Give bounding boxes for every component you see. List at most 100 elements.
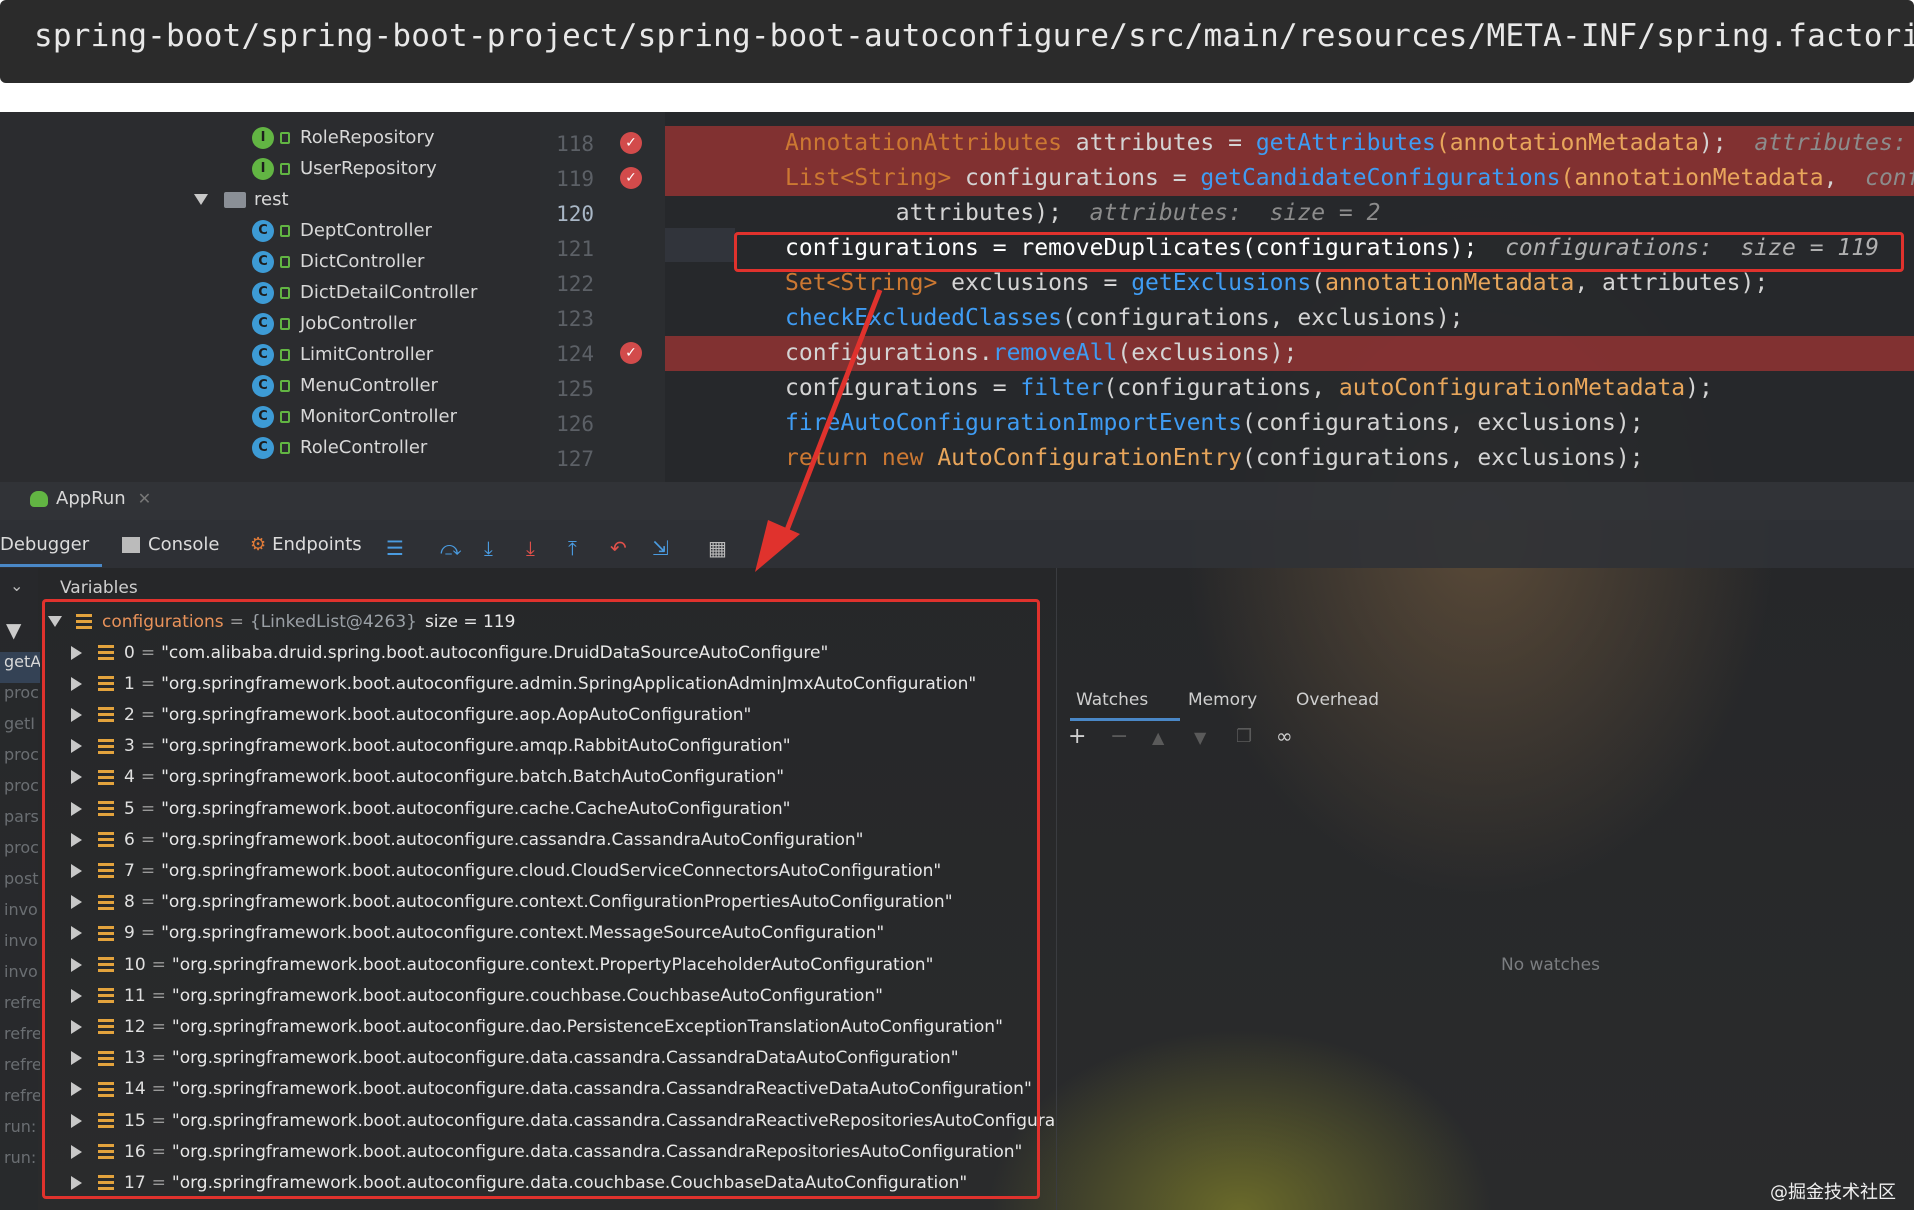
highlight-box-code [734, 232, 1904, 272]
frames-list: getA proc getI proc proc pars proc post … [0, 652, 40, 1179]
breakpoint-icon[interactable]: ✓ [620, 342, 642, 364]
tab-memory[interactable]: Memory [1188, 690, 1257, 710]
frame-item[interactable]: invo [0, 931, 40, 962]
panel-divider[interactable] [1056, 568, 1057, 1210]
run-to-cursor-icon[interactable]: ⇲ [652, 536, 669, 560]
lock-icon [280, 379, 290, 392]
tab-console[interactable]: Console [122, 534, 219, 555]
frame-item[interactable]: run: [0, 1148, 40, 1179]
interface-icon: I [252, 126, 274, 149]
lock-icon [280, 441, 290, 454]
folder-icon [224, 191, 246, 208]
tree-item[interactable]: C JobController [252, 308, 416, 339]
lock-icon [280, 162, 290, 175]
frame-item[interactable]: refre [0, 1086, 40, 1117]
project-tree: I RoleRepository I UserRepository rest C… [0, 112, 540, 482]
line-number: 124 [556, 342, 594, 366]
class-icon: C [252, 312, 274, 335]
frame-item[interactable]: invo [0, 900, 40, 931]
tree-item[interactable]: C MonitorController [252, 401, 457, 432]
filter-icon[interactable]: ▼ [6, 618, 21, 642]
file-path-text: spring-boot/spring-boot-project/spring-b… [34, 18, 1914, 54]
tab-overhead[interactable]: Overhead [1296, 690, 1379, 710]
tree-item[interactable]: C DictController [252, 246, 424, 277]
tab-watches[interactable]: Watches [1076, 690, 1148, 710]
code-line-118: AnnotationAttributes attributes = getAtt… [665, 126, 1914, 161]
line-number: 118 [556, 132, 594, 156]
frame-item[interactable]: getA [0, 652, 40, 683]
frame-item[interactable]: proc [0, 838, 40, 869]
expand-arrow-icon[interactable] [194, 194, 208, 205]
class-icon: C [252, 436, 274, 459]
tree-item-label: rest [254, 189, 289, 210]
frame-item[interactable]: post [0, 869, 40, 900]
add-watch-icon[interactable]: + [1068, 724, 1086, 749]
frame-item[interactable]: proc [0, 683, 40, 714]
glasses-icon[interactable]: ∞ [1276, 724, 1293, 748]
tree-item[interactable]: C LimitController [252, 339, 433, 370]
tree-item-label: RoleController [300, 437, 428, 458]
highlight-box-variables [42, 599, 1040, 1199]
tree-item[interactable]: C DictDetailController [252, 277, 477, 308]
file-path-banner: spring-boot/spring-boot-project/spring-b… [0, 0, 1914, 83]
editor-gutter[interactable]: 118 119 120 121 122 123 124 125 126 127 … [540, 112, 665, 482]
move-down-icon[interactable]: ▼ [1194, 728, 1206, 747]
force-step-into-icon[interactable]: ⤓ [526, 536, 535, 560]
evaluate-icon[interactable]: ▦ [708, 536, 727, 560]
line-number: 122 [556, 272, 594, 296]
lock-icon [280, 286, 290, 299]
frame-item[interactable]: refre [0, 1024, 40, 1055]
frame-item[interactable]: pars [0, 807, 40, 838]
frame-item[interactable]: run: [0, 1117, 40, 1148]
tree-item[interactable]: I UserRepository [252, 153, 437, 184]
lock-icon [280, 224, 290, 237]
frame-item[interactable]: refre [0, 993, 40, 1024]
bug-icon [30, 490, 48, 507]
tree-item[interactable]: C MenuController [252, 370, 438, 401]
class-icon: C [252, 374, 274, 397]
class-icon: C [252, 219, 274, 242]
remove-watch-icon[interactable]: − [1110, 724, 1128, 749]
tree-item-label: UserRepository [300, 158, 437, 179]
debugger-toolbar: Debugger Console ⚙ Endpoints ☰ ⤼ ⤓ ⤓ ⤒ ↶ … [0, 520, 1914, 568]
step-out-icon[interactable]: ⤒ [568, 536, 577, 560]
code-editor[interactable]: AnnotationAttributes attributes = getAtt… [665, 112, 1914, 482]
tree-folder-rest[interactable]: rest [194, 184, 289, 215]
tree-item[interactable]: I RoleRepository [252, 122, 435, 153]
tab-apprun-label: AppRun [56, 488, 126, 509]
frame-item[interactable]: refre [0, 1055, 40, 1086]
frame-item[interactable]: invo [0, 962, 40, 993]
tree-item-label: RoleRepository [300, 127, 435, 148]
step-over-icon[interactable]: ⤼ [440, 536, 461, 560]
move-up-icon[interactable]: ▲ [1152, 728, 1164, 747]
tab-endpoints[interactable]: ⚙ Endpoints [250, 534, 362, 555]
tab-debugger[interactable]: Debugger [0, 534, 89, 555]
console-icon [122, 536, 140, 553]
copy-icon[interactable]: ❐ [1236, 726, 1252, 747]
endpoints-icon: ⚙ [250, 534, 267, 555]
line-number: 126 [556, 412, 594, 436]
drop-frame-icon[interactable]: ↶ [610, 536, 627, 560]
line-number: 119 [556, 167, 594, 191]
code-line-125: configurations = filter(configurations, … [785, 375, 1713, 401]
frame-item[interactable]: getI [0, 714, 40, 745]
tab-apprun[interactable]: AppRun ✕ [30, 488, 151, 509]
step-into-icon[interactable]: ⤓ [484, 536, 493, 560]
menu-icon[interactable]: ☰ [386, 536, 404, 560]
active-tab-underline [0, 564, 102, 567]
frame-item[interactable]: proc [0, 776, 40, 807]
close-icon[interactable]: ✕ [138, 489, 151, 508]
interface-icon: I [252, 157, 274, 180]
lock-icon [280, 131, 290, 144]
tree-item-label: LimitController [300, 344, 434, 365]
line-number: 120 [556, 202, 594, 226]
breakpoint-icon[interactable]: ✓ [620, 132, 642, 154]
frame-item[interactable]: proc [0, 745, 40, 776]
tree-item[interactable]: C DeptController [252, 215, 432, 246]
class-icon: C [252, 405, 274, 428]
tree-item[interactable]: C RoleController [252, 432, 427, 463]
tree-item-label: DeptController [300, 220, 432, 241]
breakpoint-icon[interactable]: ✓ [620, 167, 642, 189]
collapse-icon[interactable]: ⌄ [10, 576, 23, 595]
tree-item-label: MenuController [300, 375, 438, 396]
